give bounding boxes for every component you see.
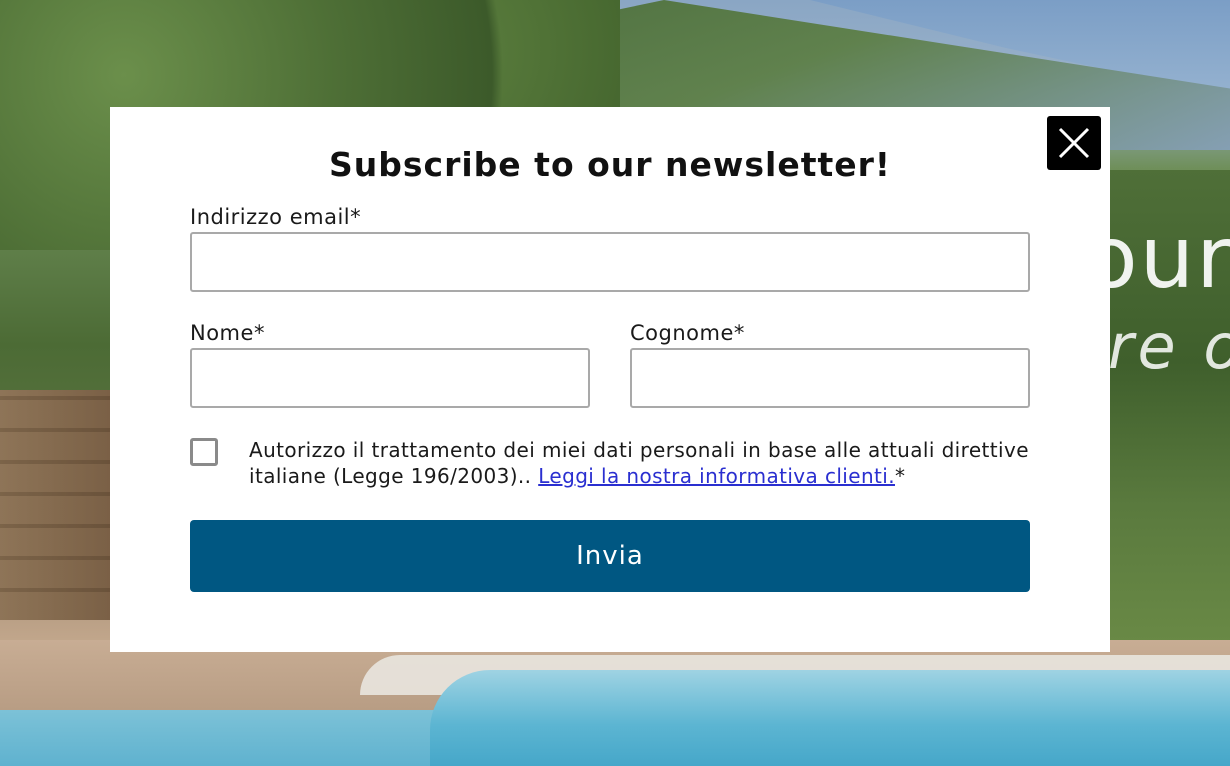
last-name-label: Cognome* xyxy=(630,321,745,345)
first-name-input[interactable] xyxy=(190,348,590,408)
close-icon xyxy=(1058,127,1090,159)
email-label: Indirizzo email* xyxy=(190,205,361,229)
first-name-required-mark: * xyxy=(253,321,265,345)
last-name-required-mark: * xyxy=(733,321,745,345)
submit-button[interactable]: Invia xyxy=(190,520,1030,592)
email-required-mark: * xyxy=(350,205,362,229)
background-stone-wall xyxy=(0,390,120,620)
first-name-label-text: Nome xyxy=(190,321,254,345)
consent-required-mark: * xyxy=(895,464,906,488)
newsletter-modal: Subscribe to our newsletter! Indirizzo e… xyxy=(110,107,1110,652)
privacy-policy-link[interactable]: Leggi la nostra informativa clienti. xyxy=(538,464,895,488)
email-label-text: Indirizzo email xyxy=(190,205,351,229)
last-name-label-text: Cognome xyxy=(630,321,734,345)
close-button[interactable] xyxy=(1047,116,1101,170)
background-subheading: re o xyxy=(1108,310,1230,383)
page: our re o Subscribe to our newsletter! In… xyxy=(0,0,1230,766)
last-name-input[interactable] xyxy=(630,348,1030,408)
consent-checkbox[interactable] xyxy=(190,438,218,466)
email-input[interactable] xyxy=(190,232,1030,292)
first-name-label: Nome* xyxy=(190,321,265,345)
background-pool xyxy=(430,670,1230,766)
modal-title: Subscribe to our newsletter! xyxy=(329,145,891,184)
consent-text: Autorizzo il trattamento dei miei dati p… xyxy=(249,437,1029,489)
